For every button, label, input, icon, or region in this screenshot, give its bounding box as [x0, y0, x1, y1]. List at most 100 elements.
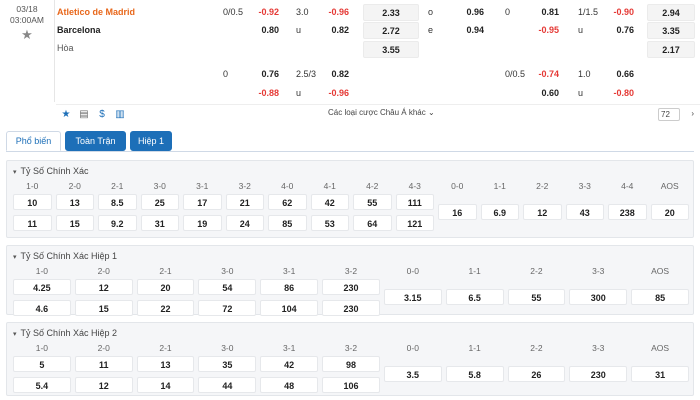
score-odds-button[interactable]: 11 [74, 356, 133, 372]
odds-value[interactable]: 0.76 [245, 66, 285, 83]
odds-value[interactable]: 3.55 [363, 41, 419, 58]
score-odds-button[interactable]: 9.2 [98, 215, 137, 231]
odds-value[interactable]: 0.76 [600, 22, 640, 39]
away-team[interactable]: Barcelona [57, 24, 101, 36]
score-odds-button[interactable]: 17 [183, 194, 222, 210]
collapse-caret-icon[interactable]: ▾ [13, 167, 17, 179]
score-odds-button[interactable]: 104 [260, 300, 319, 316]
score-odds-button[interactable]: 21 [225, 194, 264, 210]
home-team[interactable]: Atletico de Madrid [57, 6, 135, 18]
score-odds-button[interactable]: 42 [260, 356, 319, 372]
stats-chart-icon[interactable]: ▥ [114, 109, 126, 121]
score-odds-button[interactable]: 25 [140, 194, 179, 210]
odds-value[interactable]: -0.96 [323, 85, 355, 102]
odds-value[interactable]: 3.35 [647, 22, 695, 39]
score-odds-button[interactable]: 64 [353, 215, 392, 231]
score-odds-button[interactable]: 15 [55, 215, 94, 231]
score-odds-button[interactable]: 20 [650, 204, 689, 220]
score-odds-button[interactable]: 6.5 [445, 289, 504, 305]
score-odds-button[interactable]: 300 [569, 289, 628, 305]
odds-value[interactable]: -0.95 [499, 22, 565, 39]
score-odds-button[interactable]: 20 [136, 279, 195, 295]
score-odds-button[interactable]: 48 [260, 377, 319, 393]
score-odds-button[interactable]: 13 [136, 356, 195, 372]
score-odds-button[interactable]: 3.15 [383, 289, 442, 305]
score-odds-button[interactable]: 54 [198, 279, 257, 295]
odds-value[interactable]: -0.96 [323, 4, 355, 21]
odds-value[interactable]: -0.90 [600, 4, 640, 21]
score-odds-button[interactable]: 31 [631, 366, 689, 382]
score-odds-button[interactable]: 85 [631, 289, 689, 305]
score-odds-button[interactable]: 26 [507, 366, 566, 382]
score-odds-button[interactable]: 14 [136, 377, 195, 393]
page-number-box[interactable]: 72 [658, 108, 680, 121]
odds-value[interactable]: 0.60 [499, 85, 565, 102]
collapse-caret-icon[interactable]: ▾ [13, 252, 17, 264]
score-odds-button[interactable]: 230 [322, 300, 380, 316]
tab-first-half[interactable]: Hiệp 1 [130, 131, 172, 151]
odds-value[interactable]: 2.17 [647, 41, 695, 58]
odds-value[interactable]: 0.66 [600, 66, 640, 83]
score-odds-button[interactable]: 11 [13, 215, 52, 231]
score-odds-button[interactable]: 5 [13, 356, 71, 372]
score-odds-button[interactable]: 16 [438, 204, 477, 220]
odds-value[interactable]: 0.82 [323, 22, 355, 39]
score-odds-button[interactable]: 4.6 [13, 300, 71, 316]
score-odds-button[interactable]: 111 [395, 194, 434, 210]
score-odds-button[interactable]: 106 [322, 377, 380, 393]
score-odds-button[interactable]: 19 [183, 215, 222, 231]
score-odds-button[interactable]: 55 [353, 194, 392, 210]
chevron-right-icon[interactable]: › [691, 109, 694, 118]
section-title[interactable]: ▾ Tỷ Số Chính Xác Hiệp 2 [13, 327, 117, 339]
score-odds-button[interactable]: 31 [140, 215, 179, 231]
score-odds-button[interactable]: 4.25 [13, 279, 71, 295]
dollar-icon[interactable]: $ [96, 109, 108, 121]
section-title[interactable]: ▾ Tỷ Số Chính Xác Hiệp 1 [13, 250, 117, 262]
score-odds-button[interactable]: 238 [608, 204, 647, 220]
odds-value[interactable]: 0.80 [217, 22, 285, 39]
score-odds-button[interactable]: 44 [198, 377, 257, 393]
score-odds-button[interactable]: 121 [395, 215, 434, 231]
star-icon[interactable]: ★ [60, 109, 72, 121]
scoreboard-icon[interactable]: ▤ [78, 109, 90, 121]
score-odds-button[interactable]: 8.5 [98, 194, 137, 210]
score-odds-button[interactable]: 12 [523, 204, 562, 220]
score-odds-button[interactable]: 43 [565, 204, 604, 220]
odds-value[interactable]: 2.72 [363, 22, 419, 39]
score-odds-button[interactable]: 12 [74, 377, 133, 393]
score-odds-button[interactable]: 55 [507, 289, 566, 305]
odds-value[interactable]: 0.82 [323, 66, 355, 83]
odds-value[interactable]: 2.33 [363, 4, 419, 21]
section-title[interactable]: ▾ Tỷ Số Chính Xác [13, 165, 89, 177]
odds-value[interactable]: 0.94 [445, 22, 490, 39]
score-odds-button[interactable]: 5.8 [445, 366, 504, 382]
score-odds-button[interactable]: 5.4 [13, 377, 71, 393]
score-odds-button[interactable]: 98 [322, 356, 380, 372]
score-odds-button[interactable]: 72 [198, 300, 257, 316]
score-odds-button[interactable]: 13 [55, 194, 94, 210]
score-odds-button[interactable]: 86 [260, 279, 319, 295]
tab-full-match[interactable]: Toàn Trận [65, 131, 126, 151]
score-odds-button[interactable]: 230 [322, 279, 380, 295]
score-odds-button[interactable]: 85 [268, 215, 307, 231]
score-odds-button[interactable]: 12 [74, 279, 133, 295]
tab-popular[interactable]: Phổ biến [6, 131, 61, 151]
favorite-star-icon[interactable]: ★ [0, 28, 54, 41]
odds-value[interactable]: 2.94 [647, 4, 695, 21]
score-odds-button[interactable]: 10 [13, 194, 52, 210]
score-odds-button[interactable]: 230 [569, 366, 628, 382]
score-odds-button[interactable]: 22 [136, 300, 195, 316]
score-odds-button[interactable]: 53 [310, 215, 349, 231]
score-odds-button[interactable]: 6.9 [480, 204, 519, 220]
collapse-caret-icon[interactable]: ▾ [13, 329, 17, 341]
score-odds-button[interactable]: 42 [310, 194, 349, 210]
odds-value[interactable]: -0.92 [255, 4, 285, 21]
score-odds-button[interactable]: 24 [225, 215, 264, 231]
score-odds-button[interactable]: 35 [198, 356, 257, 372]
odds-value[interactable]: 0.96 [445, 4, 490, 21]
odds-value[interactable]: -0.88 [217, 85, 285, 102]
score-odds-button[interactable]: 62 [268, 194, 307, 210]
odds-value[interactable]: -0.80 [600, 85, 640, 102]
asian-bets-link[interactable]: Các loại cược Châu Á khác ⌄ [328, 108, 435, 117]
odds-value[interactable]: -0.74 [530, 66, 565, 83]
